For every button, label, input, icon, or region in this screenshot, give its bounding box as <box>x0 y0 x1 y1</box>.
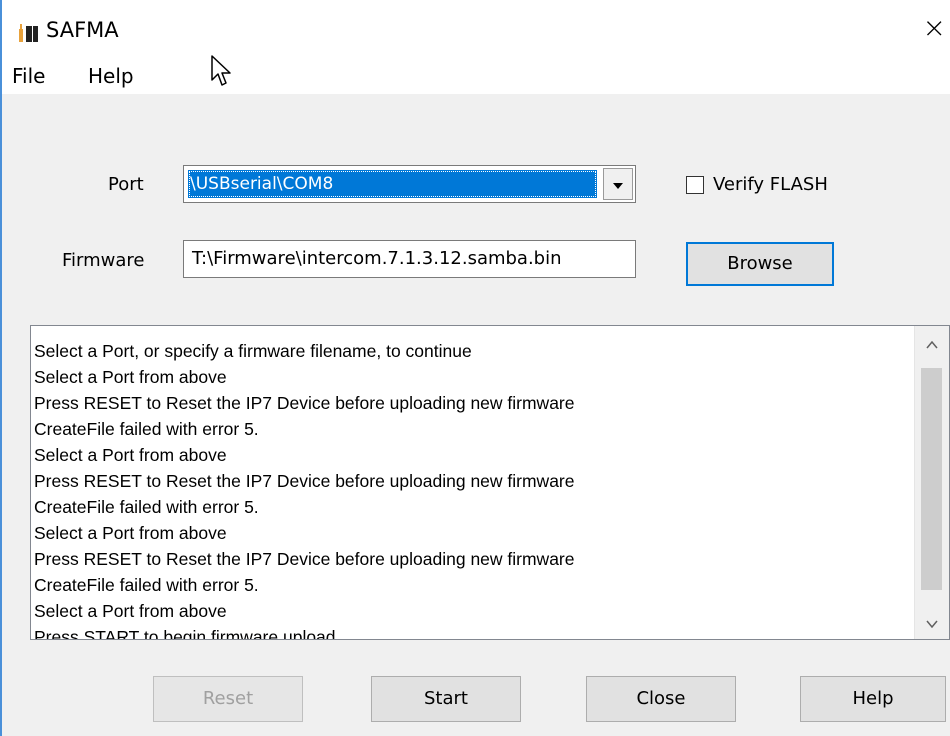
menu-bar: File Help <box>2 58 950 94</box>
log-output[interactable]: Select a Port, or specify a firmware fil… <box>30 325 950 640</box>
menu-help[interactable]: Help <box>88 64 134 88</box>
log-line: Select a Port from above <box>34 367 227 387</box>
firmware-path-input[interactable]: T:\Firmware\intercom.7.1.3.12.samba.bin <box>183 240 636 278</box>
close-button[interactable]: Close <box>586 676 736 722</box>
firmware-label: Firmware <box>62 250 145 271</box>
log-line: Select a Port from above <box>34 523 227 543</box>
log-line: CreateFile failed with error 5. <box>34 497 259 517</box>
log-line: Select a Port, or specify a firmware fil… <box>34 341 472 361</box>
scroll-thumb[interactable] <box>921 368 942 590</box>
log-scrollbar[interactable] <box>914 326 949 639</box>
port-label: Port <box>108 174 144 195</box>
log-line: Press RESET to Reset the IP7 Device befo… <box>34 393 575 413</box>
verify-flash-label: Verify FLASH <box>713 174 828 195</box>
log-line: Press RESET to Reset the IP7 Device befo… <box>34 549 575 569</box>
mouse-pointer-icon <box>210 54 232 88</box>
log-line: CreateFile failed with error 5. <box>34 575 259 595</box>
start-button[interactable]: Start <box>371 676 521 722</box>
browse-button[interactable]: Browse <box>686 242 834 286</box>
log-lines: Select a Port, or specify a firmware fil… <box>34 338 914 640</box>
chevron-up-icon <box>925 334 938 353</box>
log-line: Select a Port from above <box>34 601 227 621</box>
menu-file[interactable]: File <box>12 64 45 88</box>
log-line: Select a Port from above <box>34 445 227 465</box>
scroll-down-button[interactable] <box>915 605 948 639</box>
verify-flash-checkbox[interactable] <box>686 176 704 194</box>
port-selected-value: \USBserial\COM8 <box>188 170 597 198</box>
port-select[interactable]: \USBserial\COM8 <box>183 165 636 203</box>
log-line: Press RESET to Reset the IP7 Device befo… <box>34 471 575 491</box>
log-line: Press START to begin firmware upload <box>34 627 336 640</box>
title-bar: SAFMA × <box>2 0 950 58</box>
chevron-down-icon <box>925 613 938 632</box>
log-line: CreateFile failed with error 5. <box>34 419 259 439</box>
reset-button[interactable]: Reset <box>153 676 303 722</box>
chevron-down-icon <box>612 175 624 194</box>
window-title: SAFMA <box>46 18 119 42</box>
safma-window: SAFMA × File Help Port \USBserial\COM8 V… <box>0 0 950 736</box>
scroll-up-button[interactable] <box>915 326 948 360</box>
close-icon[interactable]: × <box>923 14 946 42</box>
app-icon <box>18 20 40 44</box>
help-button[interactable]: Help <box>800 676 946 722</box>
port-dropdown-button[interactable] <box>603 168 633 200</box>
